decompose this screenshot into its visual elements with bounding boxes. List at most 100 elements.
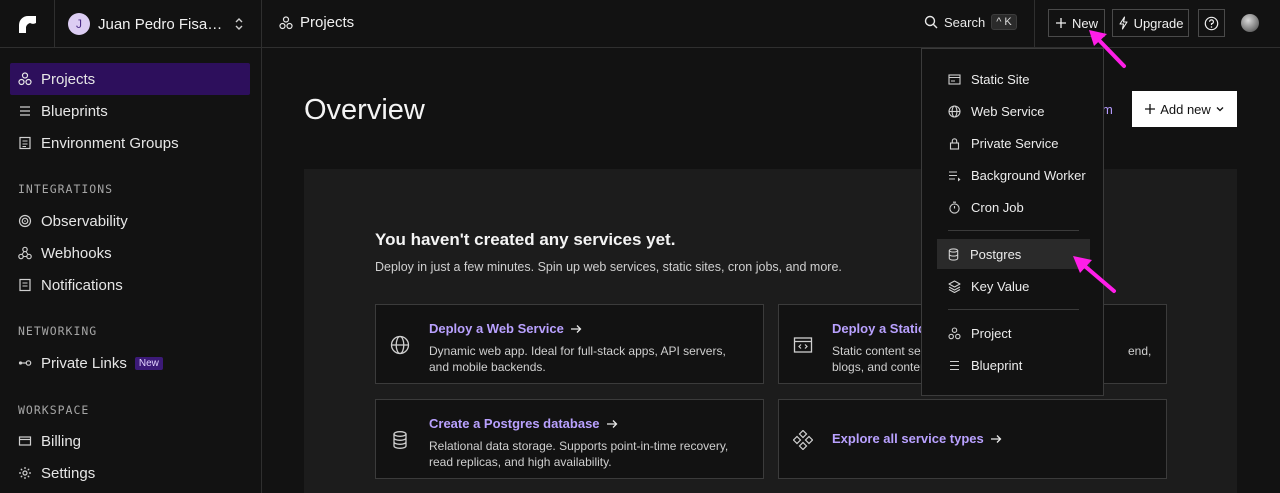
static-site-icon bbox=[793, 337, 813, 353]
menu-item-label: Postgres bbox=[970, 246, 1022, 262]
search-button[interactable]: Search ^ K bbox=[924, 14, 1017, 30]
arrow-right-icon bbox=[570, 324, 582, 333]
explore-service-types-card[interactable]: Explore all service types bbox=[778, 399, 1167, 479]
globe-icon bbox=[948, 104, 961, 118]
static-site-icon bbox=[948, 73, 961, 85]
question-circle-icon bbox=[1204, 16, 1219, 30]
divider bbox=[261, 0, 262, 48]
menu-item-label: Cron Job bbox=[971, 199, 1024, 215]
blueprint-icon bbox=[20, 106, 30, 116]
search-label: Search bbox=[944, 14, 986, 30]
empty-state-heading: You haven't created any services yet. bbox=[375, 230, 676, 249]
stopwatch-icon bbox=[949, 201, 960, 214]
user-avatar[interactable] bbox=[1241, 14, 1259, 32]
menu-item-web-service[interactable]: Web Service bbox=[938, 96, 1090, 126]
add-new-button[interactable]: Add new bbox=[1132, 91, 1237, 127]
plus-icon bbox=[1055, 18, 1066, 28]
menu-item-label: Key Value bbox=[971, 278, 1030, 294]
top-bar: J Juan Pedro Fisanotti Projects Search ^… bbox=[0, 0, 1280, 48]
help-button[interactable] bbox=[1198, 9, 1225, 37]
menu-item-blueprint[interactable]: Blueprint bbox=[938, 350, 1090, 380]
env-groups-icon bbox=[19, 136, 31, 150]
menu-item-label: Background Worker bbox=[971, 167, 1086, 183]
section-heading-integrations: INTEGRATIONS bbox=[18, 182, 114, 196]
layers-icon bbox=[948, 279, 961, 293]
card-title: Deploy a Static bbox=[832, 321, 925, 336]
breadcrumb-label: Projects bbox=[300, 14, 355, 31]
card-title-text: Deploy a Static bbox=[832, 321, 926, 336]
billing-icon bbox=[18, 436, 32, 446]
sidebar-item-label: Private Links bbox=[41, 354, 127, 372]
sidebar-item-label: Blueprints bbox=[41, 102, 108, 120]
menu-item-private-service[interactable]: Private Service bbox=[938, 128, 1090, 158]
service-types-icon bbox=[793, 430, 813, 450]
sidebar-item-notifications[interactable]: Notifications bbox=[10, 269, 250, 301]
divider bbox=[54, 0, 55, 48]
sidebar-item-label: Settings bbox=[41, 464, 96, 482]
sidebar-item-private-links[interactable]: Private Links New bbox=[10, 347, 250, 379]
arrow-right-icon bbox=[990, 434, 1002, 443]
new-dropdown-menu: Static Site Web Service Private Service … bbox=[921, 48, 1104, 396]
sidebar-item-observability[interactable]: Observability bbox=[10, 205, 250, 237]
arrow-right-icon bbox=[606, 419, 617, 428]
search-icon bbox=[924, 15, 938, 29]
chevron-updown-icon bbox=[235, 18, 243, 30]
sidebar-item-environment-groups[interactable]: Environment Groups bbox=[10, 127, 250, 159]
card-description: Dynamic web app. Ideal for full-stack ap… bbox=[429, 344, 726, 374]
sidebar-item-settings[interactable]: Settings bbox=[10, 457, 250, 489]
sidebar-item-label: Notifications bbox=[41, 276, 123, 294]
card-title-text: Explore all service types bbox=[832, 431, 984, 446]
menu-item-label: Project bbox=[971, 325, 1012, 341]
upgrade-button[interactable]: Upgrade bbox=[1112, 9, 1189, 37]
card-desc-line1: Static content ser bbox=[832, 344, 925, 358]
menu-separator bbox=[948, 230, 1079, 231]
render-logo-icon[interactable] bbox=[16, 13, 38, 35]
projects-icon bbox=[948, 326, 961, 339]
menu-item-key-value[interactable]: Key Value bbox=[938, 271, 1090, 301]
menu-item-cron-job[interactable]: Cron Job bbox=[938, 192, 1090, 222]
chevron-down-icon bbox=[1216, 107, 1224, 112]
card-title: Deploy a Web Service bbox=[429, 321, 582, 336]
lock-icon bbox=[949, 137, 960, 150]
sidebar-item-billing[interactable]: Billing bbox=[10, 425, 250, 457]
create-postgres-card[interactable]: Create a Postgres database Relational da… bbox=[375, 399, 764, 479]
card-desc-line1-end: end, bbox=[1128, 344, 1152, 358]
menu-item-label: Blueprint bbox=[971, 357, 1023, 373]
breadcrumb[interactable]: Projects bbox=[279, 14, 354, 31]
page-title: Overview bbox=[304, 94, 425, 126]
private-links-icon bbox=[18, 360, 32, 366]
divider bbox=[1034, 0, 1035, 48]
search-shortcut: ^ K bbox=[991, 14, 1017, 30]
new-badge: New bbox=[134, 356, 163, 370]
deploy-web-service-card[interactable]: Deploy a Web Service Dynamic web app. Id… bbox=[375, 304, 764, 384]
card-title-text: Create a Postgres database bbox=[429, 416, 600, 431]
menu-item-label: Web Service bbox=[971, 103, 1045, 119]
plus-icon bbox=[1145, 104, 1156, 114]
globe-icon bbox=[390, 335, 410, 355]
database-icon bbox=[948, 247, 959, 261]
menu-item-postgres[interactable]: Postgres bbox=[937, 239, 1090, 269]
observability-icon bbox=[18, 214, 32, 228]
worker-icon bbox=[949, 170, 961, 181]
menu-item-project[interactable]: Project bbox=[938, 318, 1090, 348]
empty-state-text: Deploy in just a few minutes. Spin up we… bbox=[375, 260, 842, 274]
card-desc-line2: blogs, and conten bbox=[832, 360, 927, 374]
sidebar-item-label: Observability bbox=[41, 212, 128, 230]
workspace-switcher[interactable]: J Juan Pedro Fisanotti bbox=[68, 12, 243, 36]
menu-item-static-site[interactable]: Static Site bbox=[938, 64, 1090, 94]
add-new-label: Add new bbox=[1160, 101, 1211, 117]
new-button[interactable]: New bbox=[1048, 9, 1105, 37]
sidebar-item-webhooks[interactable]: Webhooks bbox=[10, 237, 250, 269]
sidebar-item-label: Projects bbox=[41, 70, 96, 88]
sidebar: Projects Blueprints Environment Groups I… bbox=[0, 48, 262, 493]
sidebar-item-blueprints[interactable]: Blueprints bbox=[10, 95, 250, 127]
settings-icon bbox=[19, 467, 31, 479]
blueprint-icon bbox=[950, 360, 959, 370]
sidebar-item-projects[interactable]: Projects bbox=[10, 63, 250, 95]
section-heading-networking: NETWORKING bbox=[18, 324, 98, 338]
card-title-text: Deploy a Web Service bbox=[429, 321, 564, 336]
lightning-icon bbox=[1119, 16, 1128, 30]
menu-item-background-worker[interactable]: Background Worker bbox=[938, 160, 1090, 190]
projects-icon bbox=[279, 15, 293, 29]
notifications-icon bbox=[19, 278, 31, 292]
